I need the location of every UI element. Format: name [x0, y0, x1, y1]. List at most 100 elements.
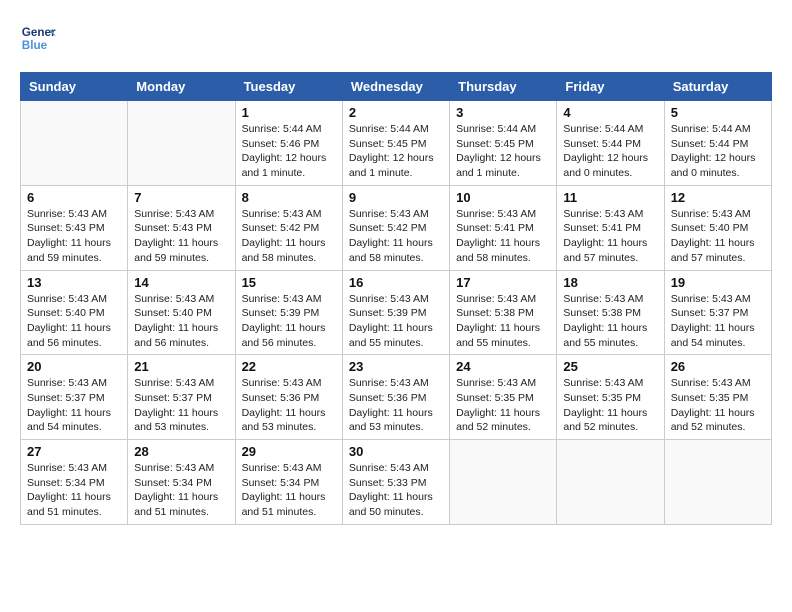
calendar-cell: 2 Sunrise: 5:44 AM Sunset: 5:45 PM Daylig…	[342, 101, 449, 186]
day-number: 1	[242, 105, 336, 120]
day-info: Sunrise: 5:43 AM Sunset: 5:33 PM Dayligh…	[349, 461, 443, 520]
logo-icon: General Blue	[20, 20, 56, 56]
calendar-cell: 4 Sunrise: 5:44 AM Sunset: 5:44 PM Daylig…	[557, 101, 664, 186]
day-number: 8	[242, 190, 336, 205]
day-number: 2	[349, 105, 443, 120]
calendar-cell: 29 Sunrise: 5:43 AM Sunset: 5:34 PM Dayli…	[235, 440, 342, 525]
calendar-cell: 14 Sunrise: 5:43 AM Sunset: 5:40 PM Dayli…	[128, 270, 235, 355]
day-info: Sunrise: 5:43 AM Sunset: 5:35 PM Dayligh…	[456, 376, 550, 435]
day-info: Sunrise: 5:44 AM Sunset: 5:44 PM Dayligh…	[563, 122, 657, 181]
day-number: 28	[134, 444, 228, 459]
calendar-cell: 24Sunrise: 5:43 AM Sunset: 5:35 PM Dayli…	[450, 355, 557, 440]
calendar-cell: 8 Sunrise: 5:43 AM Sunset: 5:42 PM Daylig…	[235, 185, 342, 270]
day-info: Sunrise: 5:43 AM Sunset: 5:37 PM Dayligh…	[27, 376, 121, 435]
calendar-cell	[450, 440, 557, 525]
calendar-cell: 26Sunrise: 5:43 AM Sunset: 5:35 PM Dayli…	[664, 355, 771, 440]
day-number: 27	[27, 444, 121, 459]
day-number: 26	[671, 359, 765, 374]
day-number: 10	[456, 190, 550, 205]
day-info: Sunrise: 5:43 AM Sunset: 5:37 PM Dayligh…	[671, 292, 765, 351]
weekday-header: Friday	[557, 73, 664, 101]
day-number: 9	[349, 190, 443, 205]
day-number: 14	[134, 275, 228, 290]
day-info: Sunrise: 5:43 AM Sunset: 5:40 PM Dayligh…	[671, 207, 765, 266]
day-info: Sunrise: 5:43 AM Sunset: 5:38 PM Dayligh…	[456, 292, 550, 351]
day-info: Sunrise: 5:43 AM Sunset: 5:35 PM Dayligh…	[563, 376, 657, 435]
day-number: 23	[349, 359, 443, 374]
calendar-week-row: 1 Sunrise: 5:44 AM Sunset: 5:46 PM Daylig…	[21, 101, 772, 186]
day-info: Sunrise: 5:44 AM Sunset: 5:45 PM Dayligh…	[456, 122, 550, 181]
day-number: 4	[563, 105, 657, 120]
header: General Blue	[20, 20, 772, 56]
weekday-header: Monday	[128, 73, 235, 101]
calendar-header-row: SundayMondayTuesdayWednesdayThursdayFrid…	[21, 73, 772, 101]
calendar-cell: 27Sunrise: 5:43 AM Sunset: 5:34 PM Dayli…	[21, 440, 128, 525]
day-info: Sunrise: 5:43 AM Sunset: 5:39 PM Dayligh…	[349, 292, 443, 351]
weekday-header: Wednesday	[342, 73, 449, 101]
day-number: 30	[349, 444, 443, 459]
calendar-cell: 1 Sunrise: 5:44 AM Sunset: 5:46 PM Daylig…	[235, 101, 342, 186]
day-number: 17	[456, 275, 550, 290]
calendar-cell: 25 Sunrise: 5:43 AM Sunset: 5:35 PM Dayli…	[557, 355, 664, 440]
calendar-cell: 5Sunrise: 5:44 AM Sunset: 5:44 PM Daylig…	[664, 101, 771, 186]
day-info: Sunrise: 5:43 AM Sunset: 5:41 PM Dayligh…	[563, 207, 657, 266]
svg-text:Blue: Blue	[22, 39, 48, 52]
day-info: Sunrise: 5:43 AM Sunset: 5:39 PM Dayligh…	[242, 292, 336, 351]
day-number: 7	[134, 190, 228, 205]
day-info: Sunrise: 5:43 AM Sunset: 5:42 PM Dayligh…	[349, 207, 443, 266]
calendar-cell	[557, 440, 664, 525]
calendar-cell: 20Sunrise: 5:43 AM Sunset: 5:37 PM Dayli…	[21, 355, 128, 440]
day-number: 13	[27, 275, 121, 290]
day-number: 16	[349, 275, 443, 290]
calendar-week-row: 13 Sunrise: 5:43 AM Sunset: 5:40 PM Dayli…	[21, 270, 772, 355]
day-info: Sunrise: 5:44 AM Sunset: 5:44 PM Dayligh…	[671, 122, 765, 181]
calendar-week-row: 27 Sunrise: 5:43 AM Sunset: 5:34 PM Dayli…	[21, 440, 772, 525]
calendar-cell: 6 Sunrise: 5:43 AM Sunset: 5:43 PM Daylig…	[21, 185, 128, 270]
day-info: Sunrise: 5:43 AM Sunset: 5:40 PM Dayligh…	[27, 292, 121, 351]
calendar-cell: 23 Sunrise: 5:43 AM Sunset: 5:36 PM Dayli…	[342, 355, 449, 440]
calendar-cell: 10Sunrise: 5:43 AM Sunset: 5:41 PM Dayli…	[450, 185, 557, 270]
calendar-cell: 7 Sunrise: 5:43 AM Sunset: 5:43 PM Daylig…	[128, 185, 235, 270]
day-info: Sunrise: 5:43 AM Sunset: 5:34 PM Dayligh…	[242, 461, 336, 520]
weekday-header: Sunday	[21, 73, 128, 101]
calendar-week-row: 20Sunrise: 5:43 AM Sunset: 5:37 PM Dayli…	[21, 355, 772, 440]
calendar-cell: 30 Sunrise: 5:43 AM Sunset: 5:33 PM Dayli…	[342, 440, 449, 525]
day-info: Sunrise: 5:43 AM Sunset: 5:38 PM Dayligh…	[563, 292, 657, 351]
weekday-header: Saturday	[664, 73, 771, 101]
day-number: 25	[563, 359, 657, 374]
day-info: Sunrise: 5:43 AM Sunset: 5:36 PM Dayligh…	[349, 376, 443, 435]
day-info: Sunrise: 5:43 AM Sunset: 5:36 PM Dayligh…	[242, 376, 336, 435]
day-info: Sunrise: 5:44 AM Sunset: 5:45 PM Dayligh…	[349, 122, 443, 181]
calendar-cell: 13 Sunrise: 5:43 AM Sunset: 5:40 PM Dayli…	[21, 270, 128, 355]
weekday-header: Thursday	[450, 73, 557, 101]
day-number: 15	[242, 275, 336, 290]
calendar-cell: 16 Sunrise: 5:43 AM Sunset: 5:39 PM Dayli…	[342, 270, 449, 355]
logo: General Blue	[20, 20, 62, 56]
day-info: Sunrise: 5:43 AM Sunset: 5:42 PM Dayligh…	[242, 207, 336, 266]
calendar-cell: 19 Sunrise: 5:43 AM Sunset: 5:37 PM Dayli…	[664, 270, 771, 355]
day-info: Sunrise: 5:43 AM Sunset: 5:43 PM Dayligh…	[27, 207, 121, 266]
calendar-cell: 11 Sunrise: 5:43 AM Sunset: 5:41 PM Dayli…	[557, 185, 664, 270]
calendar-cell: 15 Sunrise: 5:43 AM Sunset: 5:39 PM Dayli…	[235, 270, 342, 355]
day-number: 3	[456, 105, 550, 120]
calendar-cell	[21, 101, 128, 186]
day-number: 29	[242, 444, 336, 459]
calendar-cell: 3 Sunrise: 5:44 AM Sunset: 5:45 PM Daylig…	[450, 101, 557, 186]
day-info: Sunrise: 5:44 AM Sunset: 5:46 PM Dayligh…	[242, 122, 336, 181]
day-number: 22	[242, 359, 336, 374]
day-number: 6	[27, 190, 121, 205]
weekday-header: Tuesday	[235, 73, 342, 101]
day-number: 19	[671, 275, 765, 290]
calendar-cell: 18Sunrise: 5:43 AM Sunset: 5:38 PM Dayli…	[557, 270, 664, 355]
calendar-cell: 17 Sunrise: 5:43 AM Sunset: 5:38 PM Dayli…	[450, 270, 557, 355]
calendar-cell: 12 Sunrise: 5:43 AM Sunset: 5:40 PM Dayli…	[664, 185, 771, 270]
day-number: 11	[563, 190, 657, 205]
calendar-cell	[128, 101, 235, 186]
calendar-cell: 28Sunrise: 5:43 AM Sunset: 5:34 PM Dayli…	[128, 440, 235, 525]
day-number: 12	[671, 190, 765, 205]
day-info: Sunrise: 5:43 AM Sunset: 5:37 PM Dayligh…	[134, 376, 228, 435]
calendar-cell: 9 Sunrise: 5:43 AM Sunset: 5:42 PM Daylig…	[342, 185, 449, 270]
day-info: Sunrise: 5:43 AM Sunset: 5:43 PM Dayligh…	[134, 207, 228, 266]
calendar-body: 1 Sunrise: 5:44 AM Sunset: 5:46 PM Daylig…	[21, 101, 772, 525]
day-info: Sunrise: 5:43 AM Sunset: 5:40 PM Dayligh…	[134, 292, 228, 351]
